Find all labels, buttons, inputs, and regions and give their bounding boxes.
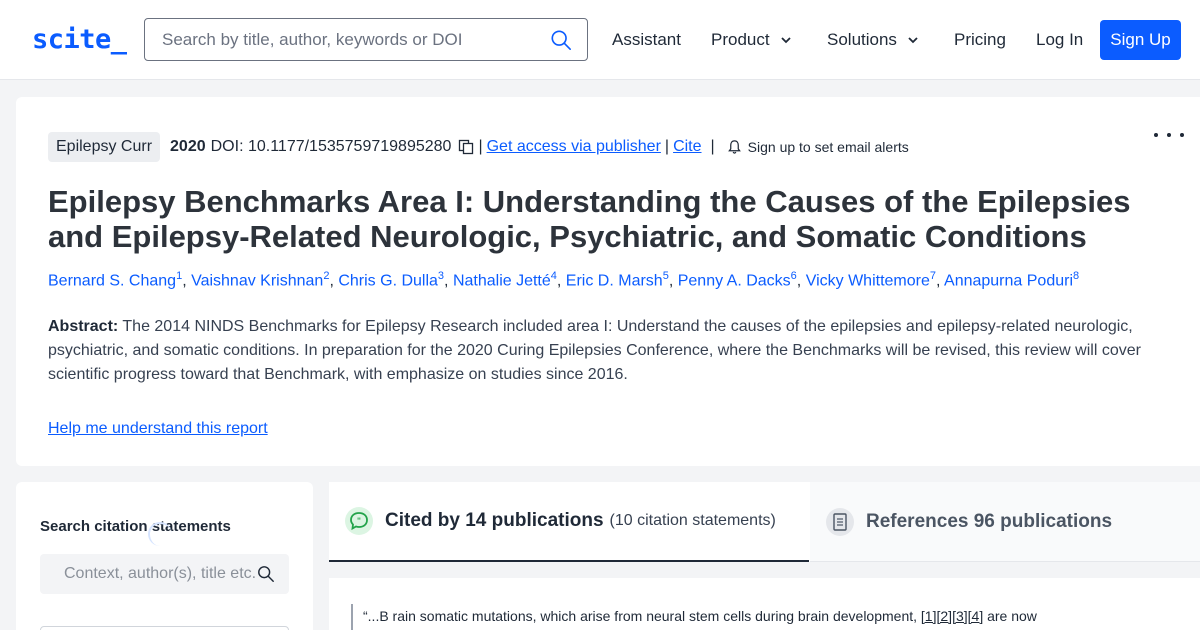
nav-pricing[interactable]: Pricing (954, 30, 1006, 50)
separator: | (710, 138, 715, 155)
search-input[interactable] (145, 19, 535, 60)
paper-card: Epilepsy Curr 2020 DOI: 10.1177/15357597… (16, 97, 1200, 466)
nav-solutions[interactable]: Solutions (827, 30, 919, 50)
reference-link[interactable]: [1] (921, 608, 937, 624)
scite-logo[interactable]: scite_ (32, 24, 127, 55)
quote-bar (351, 604, 353, 630)
top-navigation-bar: scite_ Assistant Product Solutions Prici… (0, 0, 1200, 80)
author-separator: , (796, 272, 806, 290)
cite-link[interactable]: Cite (673, 138, 701, 156)
author-link[interactable]: Nathalie Jetté (453, 272, 551, 289)
author-link[interactable]: Vicky Whittemore (806, 272, 930, 289)
copy-icon[interactable] (458, 139, 474, 155)
author-list: Bernard S. Chang1, Vaishnav Krishnan2, C… (48, 270, 1079, 290)
nav-solutions-label: Solutions (827, 30, 897, 49)
publication-year: 2020 (170, 138, 206, 155)
email-alerts-link[interactable]: Sign up to set email alerts (748, 139, 909, 155)
author-link[interactable]: Annapurna Poduri (944, 272, 1073, 289)
filter-dropdown[interactable] (40, 626, 289, 630)
signup-button[interactable]: Sign Up (1100, 20, 1181, 60)
reference-link[interactable]: [4] (968, 608, 984, 624)
nav-assistant-label: Assistant (612, 30, 681, 49)
chevron-down-icon (908, 37, 918, 44)
chevron-down-icon (780, 37, 791, 44)
citation-search-title: Search citation statements (40, 518, 231, 535)
nav-product-label: Product (711, 30, 770, 49)
journal-badge[interactable]: Epilepsy Curr (48, 132, 161, 162)
author-affiliation: 8 (1073, 270, 1080, 282)
author-separator: , (444, 272, 453, 290)
citation-tabs: " Cited by 14 publications (10 citation … (329, 482, 1200, 562)
access-link[interactable]: Get access via publisher (487, 138, 661, 156)
abstract: Abstract: The 2014 NINDS Benchmarks for … (48, 315, 1148, 387)
author-separator: , (329, 272, 339, 290)
references-label: References 96 publications (866, 510, 1113, 532)
search-icon[interactable] (550, 29, 572, 51)
author-separator: , (182, 272, 192, 290)
citation-statement: “...B rain somatic mutations, which aris… (363, 608, 1037, 624)
citation-statements-count: (10 citation statements) (609, 512, 776, 529)
reference-link[interactable]: [3] (952, 608, 968, 624)
search-icon[interactable] (257, 565, 275, 583)
statement-text: are now (983, 608, 1037, 624)
paper-title: Epilepsy Benchmarks Area I: Understandin… (48, 184, 1131, 254)
author-separator: , (668, 272, 678, 290)
tab-references[interactable]: References 96 publications (810, 482, 1200, 562)
loading-spinner (148, 522, 172, 546)
author-link[interactable]: Eric D. Marsh (566, 272, 663, 289)
author-separator: , (936, 272, 945, 290)
cited-by-label: Cited by 14 publications (385, 510, 604, 531)
citation-search-box[interactable] (40, 554, 289, 594)
more-options-icon[interactable] (1154, 125, 1184, 145)
author-link[interactable]: Penny A. Dacks (678, 272, 791, 289)
author-separator: , (556, 272, 566, 290)
login-label: Log In (1036, 30, 1084, 49)
citation-search-input[interactable] (40, 554, 255, 594)
author-link[interactable]: Bernard S. Chang (48, 272, 176, 289)
login-link[interactable]: Log In (1036, 30, 1083, 50)
abstract-label: Abstract: (48, 318, 119, 335)
nav-pricing-label: Pricing (954, 30, 1006, 49)
statement-text: “...B rain somatic mutations, which aris… (363, 608, 921, 624)
doi-text: DOI: 10.1177/1535759719895280 (210, 138, 452, 155)
reference-link[interactable]: [2] (936, 608, 952, 624)
citation-statements-list: “...B rain somatic mutations, which aris… (329, 578, 1200, 630)
nav-product[interactable]: Product (711, 30, 792, 50)
citation-search-panel: Search citation statements (16, 482, 313, 630)
quote-bubble-icon: " (345, 507, 373, 535)
dot (1167, 133, 1171, 137)
abstract-text: The 2014 NINDS Benchmarks for Epilepsy R… (48, 318, 1141, 383)
author-link[interactable]: Vaishnav Krishnan (191, 272, 323, 289)
nav-assistant[interactable]: Assistant (612, 30, 681, 50)
dot (1180, 133, 1184, 137)
svg-text:": " (357, 517, 361, 526)
separator: | (478, 138, 483, 155)
paper-meta-row: Epilepsy Curr 2020 DOI: 10.1177/15357597… (48, 132, 909, 162)
dot (1154, 133, 1158, 137)
separator: | (664, 138, 670, 155)
help-understand-link[interactable]: Help me understand this report (48, 420, 268, 438)
search-box[interactable] (144, 18, 588, 61)
author-link[interactable]: Chris G. Dulla (338, 272, 438, 289)
tab-cited-by[interactable]: " Cited by 14 publications (10 citation … (329, 482, 809, 562)
bell-icon[interactable] (727, 139, 742, 155)
document-icon (826, 507, 854, 536)
